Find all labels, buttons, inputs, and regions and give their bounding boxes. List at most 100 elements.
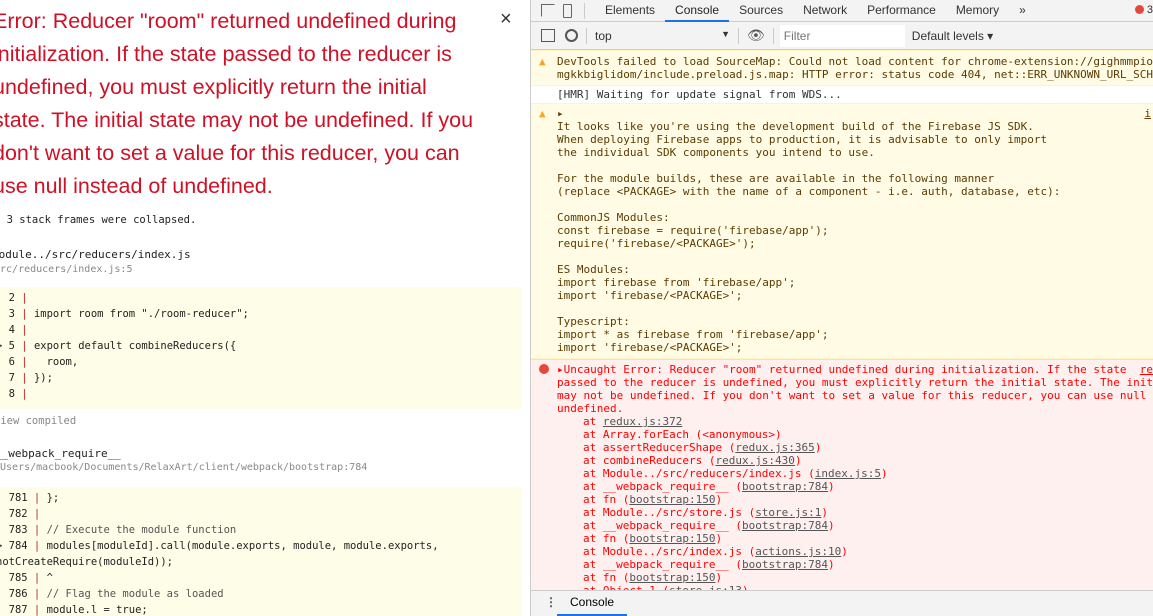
code-text: module.l = true;: [46, 604, 148, 616]
stack-link[interactable]: store.js:1: [755, 506, 821, 519]
collapsed-frames-toggle[interactable]: ▸ 3 stack frames were collapsed.: [0, 214, 196, 226]
line-number: 2: [8, 292, 15, 304]
error-line: passed to the reducer is undefined, you …: [557, 376, 1153, 389]
tab-sources[interactable]: Sources: [729, 0, 793, 22]
stack-text: at fn (: [583, 571, 630, 584]
warning-line: const firebase = require('firebase/app')…: [557, 224, 829, 237]
line-number: 6: [8, 356, 15, 368]
line-number: 8: [8, 388, 15, 400]
stack-frame: at combineReducers (redux.js:430): [557, 454, 1153, 467]
eye-icon[interactable]: 👁: [747, 27, 765, 44]
tab-network[interactable]: Network: [793, 0, 857, 22]
code-line: 787 | module.l = true;: [0, 602, 522, 616]
error-line: undefined.: [557, 402, 624, 415]
gutter-pipe: |: [14, 356, 34, 368]
gutter-pipe: |: [14, 308, 34, 320]
filter-input[interactable]: [779, 24, 905, 47]
frame-location[interactable]: /Users/macbook/Documents/RelaxArt/client…: [0, 462, 367, 473]
tab-performance[interactable]: Performance: [857, 0, 946, 22]
warning-line[interactable]: mgkkbiglidom/include.preload.js.map: HTT…: [557, 68, 1153, 81]
frame-name: Module../src/reducers/index.js: [0, 248, 191, 261]
line-number: 781: [8, 492, 28, 504]
gutter-pipe: |: [14, 340, 34, 352]
code-text: import room from "./room-reducer";: [33, 308, 249, 320]
console-messages: ▲ DevTools failed to load SourceMap: Coul…: [531, 50, 1153, 599]
source-link[interactable]: re: [1139, 363, 1153, 376]
divider: [738, 27, 739, 44]
line-number: 7: [8, 372, 15, 384]
stack-frame: at Array.forEach (<anonymous>): [557, 428, 1153, 441]
close-icon[interactable]: ×: [500, 8, 512, 31]
stack-link[interactable]: bootstrap:784: [742, 519, 828, 532]
line-number: 782: [8, 508, 28, 520]
error-icon: [539, 364, 549, 374]
gutter-pipe: |: [27, 492, 47, 504]
drawer-menu-icon[interactable]: ⋮: [545, 595, 557, 609]
code-text: hotCreateRequire(moduleId));: [0, 556, 174, 568]
view-compiled-link[interactable]: View compiled: [0, 415, 76, 427]
warning-line[interactable]: DevTools failed to load SourceMap: Could…: [557, 55, 1153, 68]
stack-frame: at Module../src/reducers/index.js (index…: [557, 467, 1153, 480]
tab-memory[interactable]: Memory: [946, 0, 1009, 22]
warning-line: (replace <PACKAGE> with the name of a co…: [557, 185, 1061, 198]
gutter-pipe: |: [14, 324, 34, 336]
stack-link[interactable]: index.js:5: [815, 467, 881, 480]
stack-link[interactable]: bootstrap:784: [742, 558, 828, 571]
title-line: use null instead of undefined.: [0, 174, 273, 198]
context-selector[interactable]: top ▼: [595, 29, 730, 43]
frame-location[interactable]: src/reducers/index.js:5: [0, 264, 132, 275]
device-toolbar-icon[interactable]: [563, 3, 572, 18]
stack-link[interactable]: bootstrap:784: [742, 480, 828, 493]
stack-link[interactable]: actions.js:10: [755, 545, 841, 558]
drawer-tab-console[interactable]: Console: [557, 591, 628, 616]
title-line: initialization. If the state passed to t…: [0, 42, 452, 66]
warning-line: ▸: [557, 107, 564, 120]
firebase-warning: ▲ i ▸ It looks like you're using the develo…: [531, 103, 1153, 359]
inspect-element-icon[interactable]: [541, 4, 555, 17]
stack-frame: at fn (bootstrap:150): [557, 532, 1153, 545]
warning-line: import firebase from 'firebase/app';: [557, 276, 796, 289]
stack-link[interactable]: bootstrap:150: [629, 571, 715, 584]
more-tabs-button[interactable]: »: [1009, 0, 1036, 22]
stack-text: at fn (: [583, 493, 630, 506]
stack-text: ): [828, 519, 835, 532]
gutter-pipe: |: [27, 588, 47, 600]
stack-text: at Array.forEach (<anonymous>): [583, 428, 782, 441]
error-line: ▸Uncaught Error: Reducer "room" returned…: [557, 363, 1127, 376]
error-overlay: Error: Reducer "room" returned undefined…: [0, 0, 530, 616]
stack-link[interactable]: redux.js:365: [735, 441, 814, 454]
warning-line: When deploying Firebase apps to producti…: [557, 133, 1048, 146]
clear-console-icon[interactable]: [565, 29, 578, 42]
code-line: 782 |: [0, 506, 522, 522]
sidebar-toggle-icon[interactable]: [541, 29, 555, 42]
error-counter[interactable]: 3: [1134, 4, 1153, 16]
log-levels-dropdown[interactable]: Default levels ▾: [912, 29, 993, 43]
warning-line: ES Modules:: [557, 263, 630, 276]
line-number: 787: [8, 604, 28, 616]
frame-name: __webpack_require__: [0, 447, 121, 460]
stack-link[interactable]: bootstrap:150: [629, 532, 715, 545]
stack-frame: at fn (bootstrap:150): [557, 571, 1153, 584]
code-line: hotCreateRequire(moduleId));: [0, 554, 522, 570]
tab-elements[interactable]: Elements: [595, 0, 665, 22]
code-block: 2 | 3 | import room from "./room-reducer…: [0, 287, 522, 409]
code-text: // Flag the module as loaded: [46, 588, 224, 600]
gutter-pipe: |: [27, 572, 47, 584]
hmr-log: [HMR] Waiting for update signal from WDS…: [557, 88, 842, 101]
stack-frame: at Module../src/store.js (store.js:1): [557, 506, 1153, 519]
source-link[interactable]: i: [1144, 107, 1151, 120]
code-text: });: [33, 372, 53, 384]
stack-text: at combineReducers (: [583, 454, 716, 467]
code-line: 4 |: [0, 322, 522, 338]
stack-text: ): [881, 467, 888, 480]
stack-text: ): [794, 454, 802, 467]
code-line: 783 | // Execute the module function: [0, 522, 522, 538]
stack-frame: at __webpack_require__ (bootstrap:784): [557, 519, 1153, 532]
tab-console[interactable]: Console: [665, 0, 730, 22]
stack-link[interactable]: bootstrap:150: [629, 493, 715, 506]
stack-link[interactable]: redux.js:372: [603, 415, 682, 428]
code-text: export default combineReducers({: [33, 340, 237, 352]
stack-link[interactable]: redux.js:430: [715, 454, 794, 467]
code-line: > 784 | modules[moduleId].call(module.ex…: [0, 538, 522, 554]
warning-line: the individual SDK components you intend…: [557, 146, 875, 159]
